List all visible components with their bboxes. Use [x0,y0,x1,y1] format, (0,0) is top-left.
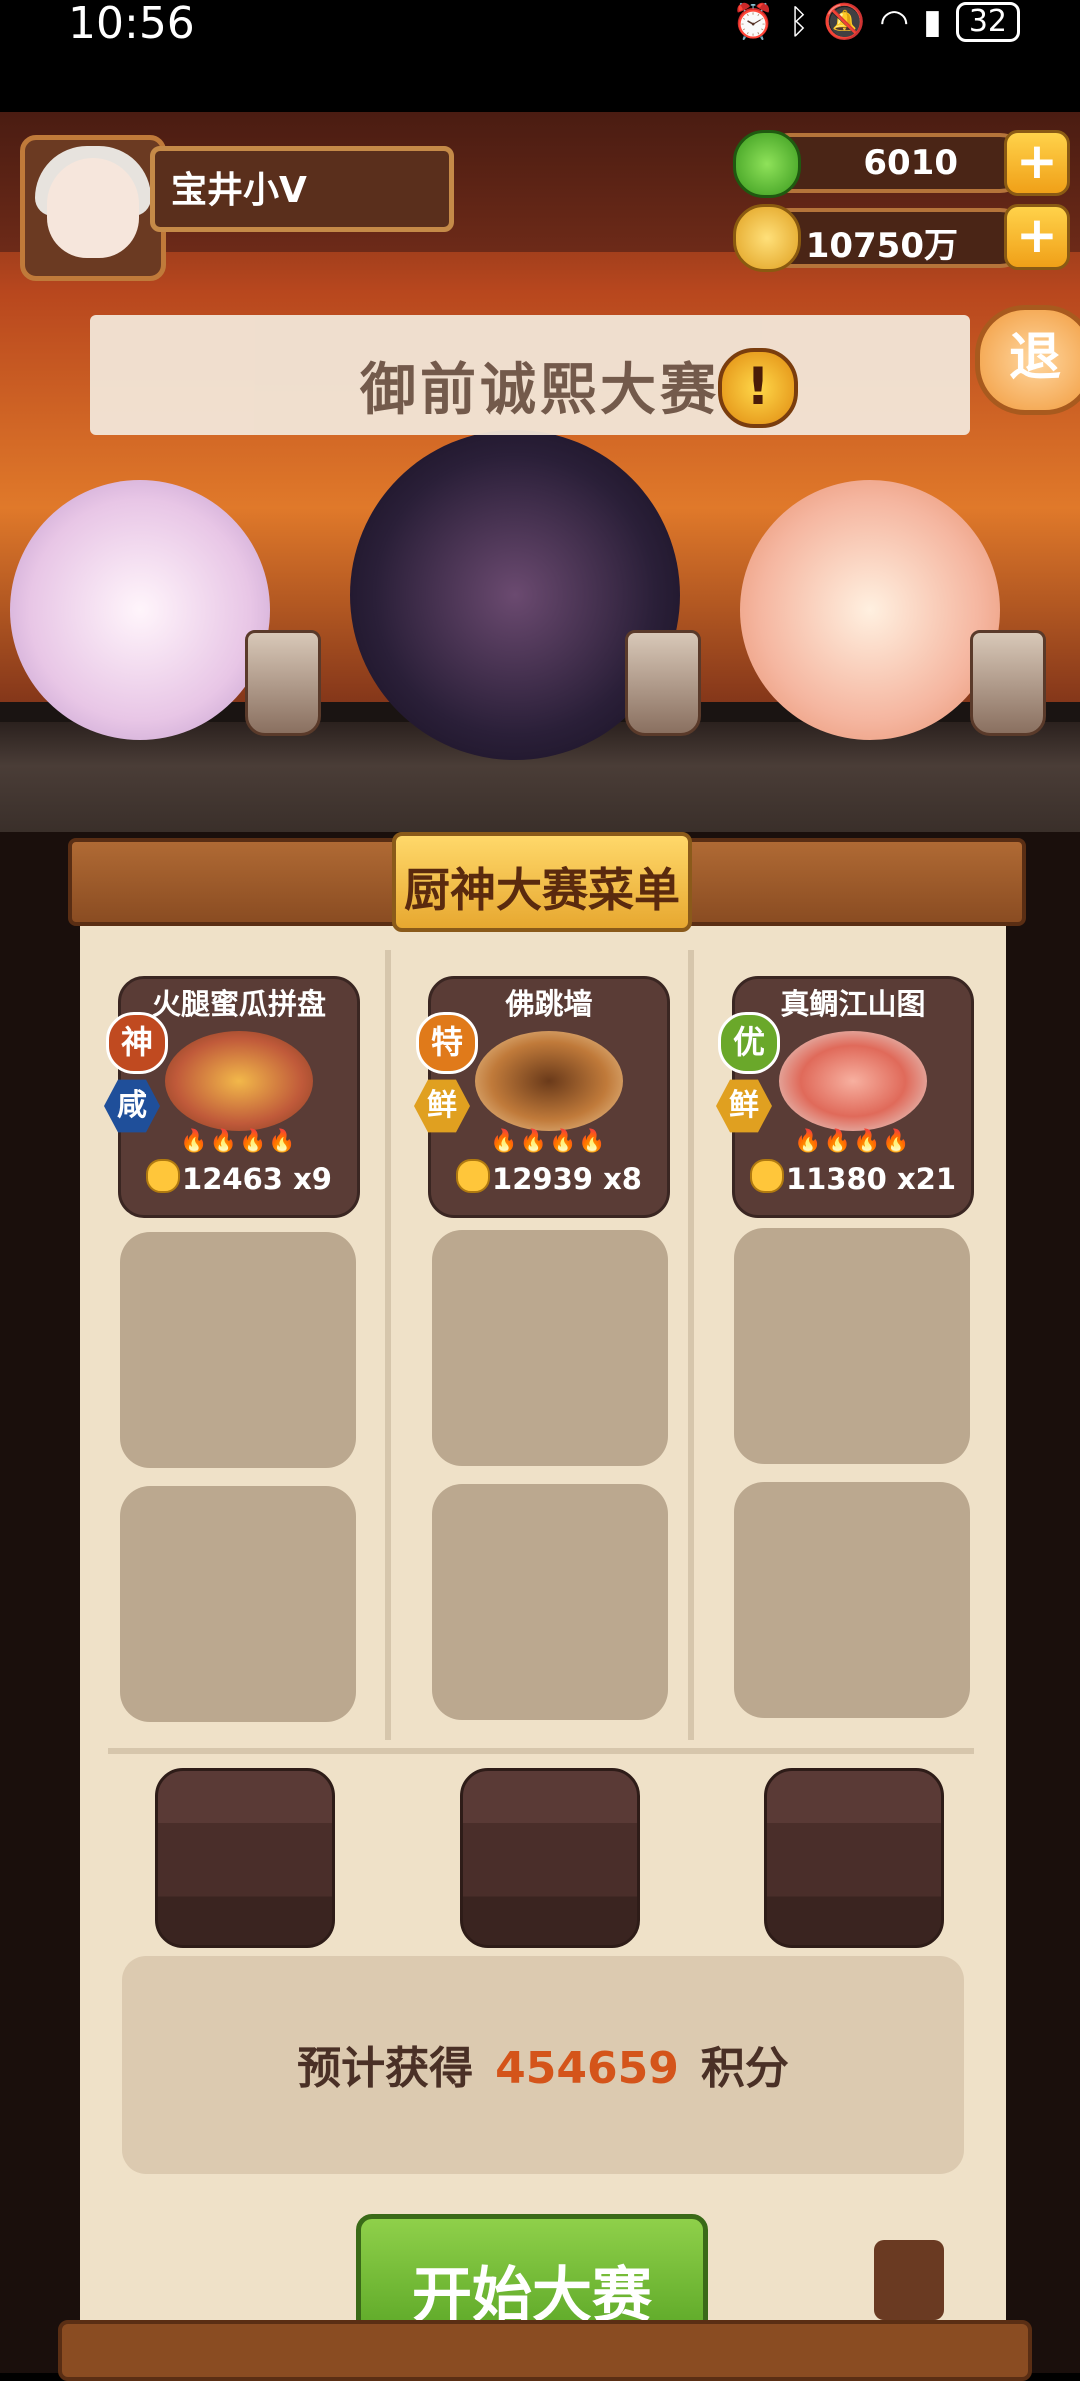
avatar-face [47,158,139,258]
add-coins-button[interactable]: + [1004,204,1070,270]
bluetooth-icon: ᛒ [788,2,810,42]
grade-badge: 优 [718,1012,780,1074]
status-icons: ⏰ ᛒ 🔕 ◠ ▮ 32 [732,2,1020,42]
green-apple-icon [733,130,801,198]
coin-value: 10750万 [805,226,958,266]
dish-name: 真鲷江山图 [780,987,926,1021]
mute-icon: 🔕 [823,2,866,42]
ham-melon-platter-image [165,1031,313,1131]
coin-icon [456,1159,491,1193]
signal-icon: ▮ [923,2,942,42]
add-green-currency-button[interactable]: + [1004,130,1070,196]
peacock-character [10,480,270,740]
flame-rating: 🔥🔥🔥🔥 [794,1129,912,1154]
coin-icon [733,204,801,272]
dish-card-sea-bream[interactable]: 真鲷江山图 🔥🔥🔥🔥 11380 x21 [732,976,974,1218]
menu-title: 厨神大赛菜单 [404,863,680,917]
grade-badge: 特 [416,1012,478,1074]
chef-slot[interactable] [764,1768,944,1948]
empty-dish-slot[interactable] [120,1486,356,1722]
empty-dish-slot[interactable] [432,1484,668,1720]
player-name: 宝井小V [171,170,307,211]
battery-indicator: 32 [955,2,1020,42]
pot-icon [625,630,701,736]
pot-icon [970,630,1046,736]
bottom-wood-bar [58,2320,1032,2381]
chef-slot[interactable] [155,1768,335,1948]
dish-score: 11380 x21 [735,1159,971,1196]
column-divider [385,950,391,1740]
alarm-icon: ⏰ [732,2,775,42]
empty-dish-slot[interactable] [432,1230,668,1466]
green-currency-value: 6010 [863,143,958,183]
competition-banner: 御前诚熙大赛 [90,315,970,435]
wifi-icon: ◠ [879,2,910,42]
exit-button[interactable]: 退 [975,305,1080,415]
banner-title: 御前诚熙大赛 [360,358,720,423]
flame-rating: 🔥🔥🔥🔥 [180,1129,298,1154]
estimate-panel: 预计获得 454659 积分 [122,1956,964,2174]
dish-score: 12463 x9 [121,1159,357,1196]
princess-character [740,480,1000,740]
empty-dish-slot[interactable] [734,1482,970,1718]
column-divider [688,950,694,1740]
player-name-box: 宝井小V [150,146,454,232]
chef-slot[interactable] [460,1768,640,1948]
buddha-jumps-wall-image [475,1031,623,1131]
dish-score: 12939 x8 [431,1159,667,1196]
estimate-text: 预计获得 454659 积分 [297,2043,789,2094]
grade-badge: 神 [106,1012,168,1074]
player-avatar[interactable] [20,135,166,281]
knife-holder-icon [874,2240,944,2320]
estimate-value: 454659 [495,2043,679,2094]
menu-title-plate: 厨神大赛菜单 [392,832,692,932]
info-alert-icon[interactable]: ! [718,348,798,428]
coin-icon [749,1159,784,1193]
status-time: 10:56 [68,0,195,49]
empty-dish-slot[interactable] [734,1228,970,1464]
divider-line [108,1748,974,1754]
empty-dish-slot[interactable] [120,1232,356,1468]
flame-rating: 🔥🔥🔥🔥 [490,1129,608,1154]
pot-icon [245,630,321,736]
sea-bream-image [779,1031,927,1131]
coin-icon [146,1159,181,1193]
status-bar: 10:56 ⏰ ᛒ 🔕 ◠ ▮ 32 [0,0,1080,112]
